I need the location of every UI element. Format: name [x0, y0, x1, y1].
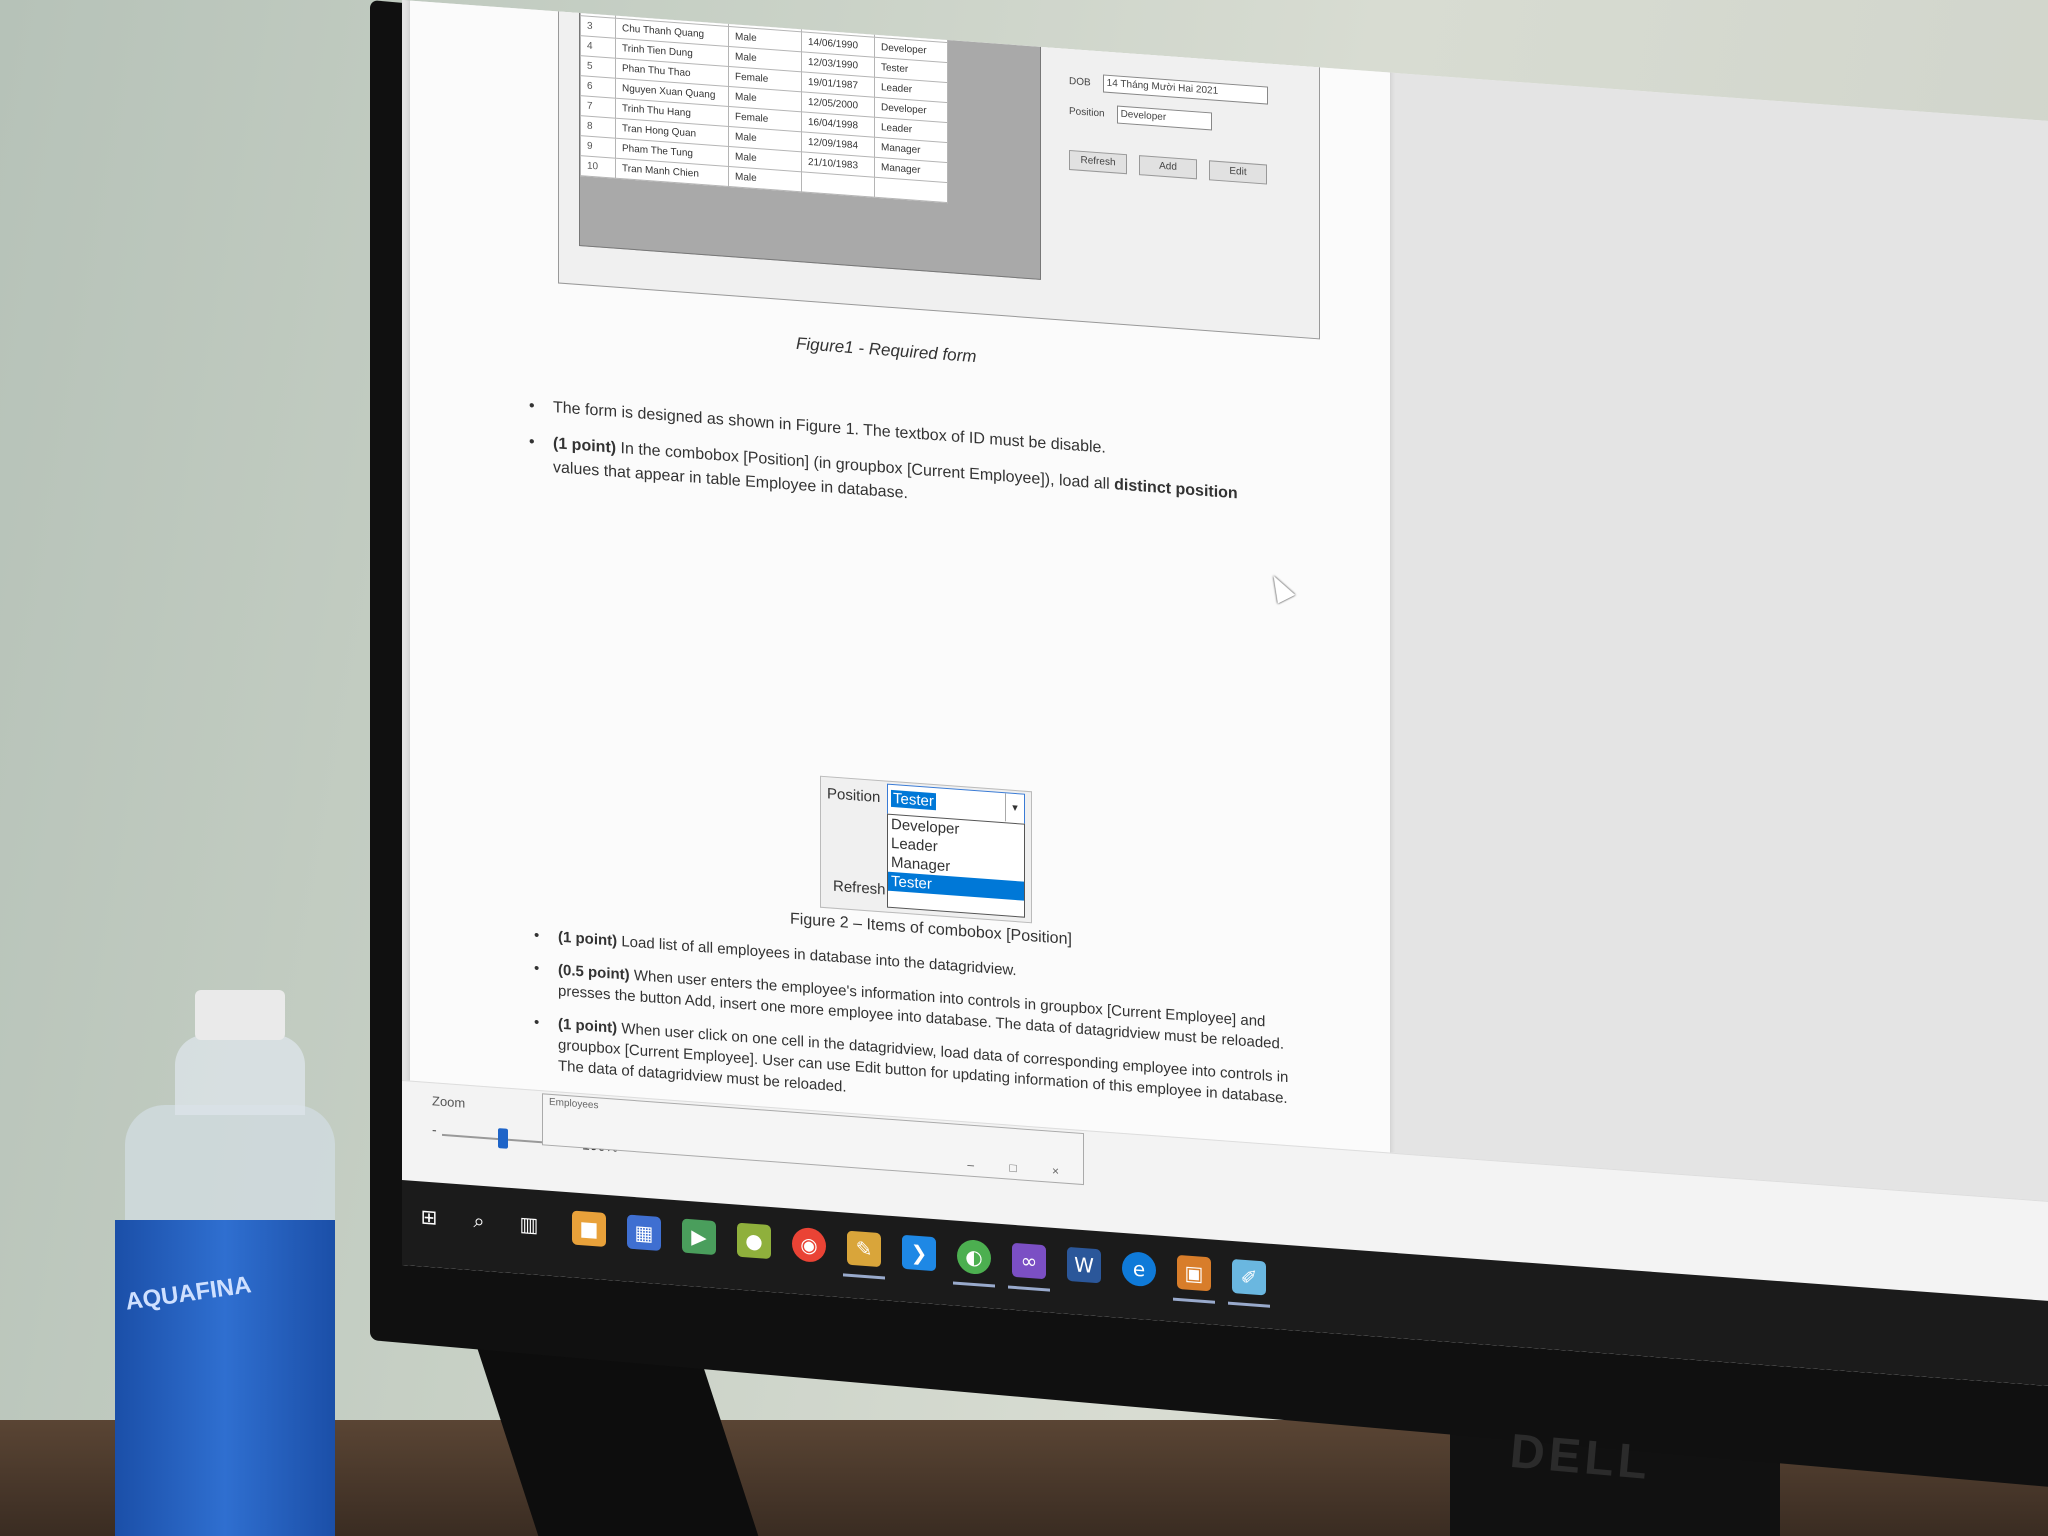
add-button: Add — [1139, 155, 1197, 180]
position-label: Position — [1069, 105, 1105, 120]
chevron-down-icon: ▾ — [1005, 793, 1024, 823]
frog-app-icon[interactable]: ● — [737, 1222, 771, 1260]
notepad-icon[interactable]: ✐ — [1232, 1258, 1266, 1296]
table-cell-sex: Male — [728, 166, 802, 192]
paint-icon[interactable]: ✎ — [847, 1230, 881, 1268]
zoom-out-button[interactable]: - — [432, 1121, 437, 1137]
bullet-points: (0.5 point) — [558, 961, 630, 984]
window-title: Employees — [549, 1096, 599, 1112]
bottle-label — [115, 1220, 335, 1536]
requirements-list-1: The form is designed as shown in Figure … — [525, 394, 1285, 546]
calculator-icon[interactable]: ▦ — [627, 1214, 661, 1252]
edge-icon[interactable]: e — [1122, 1250, 1156, 1288]
employee-datagridview: 2Quach Phu ThanhMale23/05/1984Leader3Chu… — [579, 0, 1041, 280]
green-app-icon[interactable]: ◐ — [957, 1238, 991, 1276]
photos-icon[interactable]: ▣ — [1177, 1254, 1211, 1292]
refresh-label: Refresh — [833, 877, 886, 899]
dob-datepicker: 14 Tháng Mười Hai 2021 — [1102, 74, 1268, 105]
combobox-selected-value: Tester — [891, 789, 936, 811]
bullet-points: (1 point) — [558, 1015, 618, 1037]
table-cell-no: 5 — [580, 55, 616, 79]
chrome-icon[interactable]: ◉ — [792, 1226, 826, 1264]
media-icon[interactable]: ▶ — [682, 1218, 716, 1256]
zoom-label: Zoom — [432, 1093, 466, 1111]
word-icon[interactable]: W — [1067, 1246, 1101, 1284]
zoom-slider-thumb[interactable] — [498, 1128, 508, 1149]
mouse-cursor-icon — [1264, 571, 1296, 604]
monitor-screen: 2Quach Phu ThanhMale23/05/1984Leader3Chu… — [402, 0, 2048, 1386]
bullet-emphasis: distinct position — [1114, 476, 1238, 503]
table-cell-no: 9 — [580, 135, 616, 159]
vscode-icon[interactable]: ❯ — [902, 1234, 936, 1272]
windows-start-icon[interactable]: ⊞ — [412, 1199, 446, 1235]
table-cell-no: 6 — [580, 75, 616, 99]
position-label: Position — [827, 785, 881, 807]
task-view-icon[interactable]: ▥ — [512, 1206, 546, 1242]
bottle-neck — [175, 1035, 305, 1115]
figure1-caption: Figure1 - Required form — [796, 333, 977, 367]
dob-label: DOB — [1069, 75, 1091, 89]
bullet-points: (1 point) — [553, 435, 617, 457]
table-cell-no: 10 — [580, 155, 616, 179]
table-cell-position — [874, 177, 948, 203]
position-combobox: Developer — [1116, 105, 1212, 131]
table-cell-no: 7 — [580, 95, 616, 119]
table-cell-dob — [801, 171, 875, 198]
table-cell-no: 4 — [580, 35, 616, 59]
document-page[interactable]: 2Quach Phu ThanhMale23/05/1984Leader3Chu… — [410, 0, 1390, 1263]
search-icon[interactable]: ⌕ — [462, 1202, 496, 1238]
position-row: Position Developer — [1069, 102, 1212, 131]
store-icon[interactable]: ■ — [572, 1210, 606, 1247]
bullet-points: (1 point) — [558, 928, 618, 950]
edit-button: Edit — [1209, 160, 1267, 185]
refresh-button: Refresh — [1069, 149, 1127, 175]
table-cell-no: 8 — [580, 115, 616, 139]
form-buttons-row: Refresh Add Edit — [1069, 149, 1267, 185]
bottle-cap — [195, 990, 285, 1040]
window-controls: – □ × — [967, 1157, 1075, 1180]
water-bottle: AQUAFINA — [115, 990, 335, 1536]
dob-row: DOB 14 Tháng Mười Hai 2021 — [1069, 72, 1268, 105]
combobox-dropdown-list: Developer Leader Manager Tester — [887, 813, 1025, 918]
figure2-combobox-screenshot: Position Tester ▾ Developer Leader Manag… — [820, 775, 1032, 924]
visual-studio-icon[interactable]: ∞ — [1012, 1242, 1046, 1280]
table-cell-no: 3 — [580, 15, 616, 39]
